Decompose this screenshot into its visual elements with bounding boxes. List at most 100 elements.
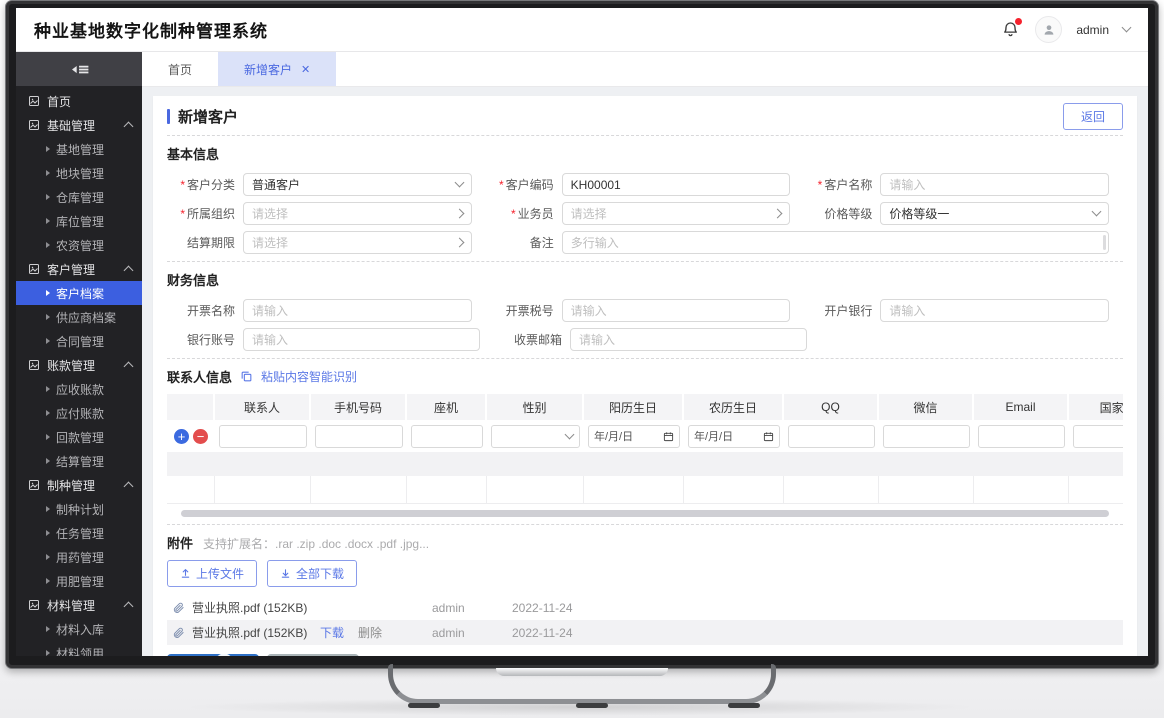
stand-foot	[728, 703, 760, 708]
price-level-select[interactable]: 价格等级一	[880, 202, 1109, 225]
calendar-icon	[763, 431, 774, 442]
sidebar-group-seed-production-mgmt[interactable]: 制种管理	[16, 473, 142, 497]
chevron-up-icon	[124, 602, 134, 612]
solar-birthday-input[interactable]: 年/月/日	[588, 425, 680, 448]
file-uploader: admin	[432, 601, 512, 615]
sidebar-item-home[interactable]: 首页	[16, 89, 142, 113]
sidebar-group-basic-mgmt[interactable]: 基础管理	[16, 113, 142, 137]
arrow-right-icon	[46, 290, 50, 296]
title-accent-bar	[167, 109, 170, 124]
sidebar-item-fertilizer-mgmt[interactable]: 用肥管理	[16, 569, 142, 593]
arrow-right-icon	[46, 650, 50, 656]
avatar[interactable]	[1035, 16, 1062, 43]
contact-name-input[interactable]	[219, 425, 307, 448]
customer-name-input[interactable]	[880, 173, 1109, 196]
sidebar-item-warehouse-mgmt[interactable]: 仓库管理	[16, 185, 142, 209]
remark-textarea[interactable]: 多行输入	[562, 231, 1109, 254]
customer-code-label: *客户编码	[486, 176, 562, 193]
customer-type-label: *客户分类	[167, 176, 243, 193]
stand-foot	[576, 703, 608, 708]
divider	[167, 261, 1123, 262]
file-name: 营业执照.pdf	[192, 626, 260, 640]
settlement-picker[interactable]: 请选择	[243, 231, 472, 254]
file-uploader: admin	[432, 626, 512, 640]
tax-number-input[interactable]	[562, 299, 791, 322]
tab-new-customer[interactable]: 新增客户 ✕	[218, 52, 336, 86]
download-icon	[280, 568, 291, 579]
mobile-input[interactable]	[315, 425, 403, 448]
back-button[interactable]: 返回	[1063, 103, 1123, 130]
attachment-row: 营业执照.pdf (152KB) 下载 删除 admin 2022-11-24	[167, 620, 1123, 645]
sidebar-item-receivables[interactable]: 应收账款	[16, 377, 142, 401]
region-input[interactable]	[1073, 425, 1123, 448]
empty-row	[167, 476, 1123, 504]
file-size: (152KB)	[263, 601, 307, 615]
organization-picker[interactable]: 请选择	[243, 202, 472, 225]
monitor-stand-glint	[496, 668, 668, 676]
sidebar-item-repayment-mgmt[interactable]: 回款管理	[16, 425, 142, 449]
organization-label: *所属组织	[167, 205, 243, 222]
sidebar-group-customer-mgmt[interactable]: 客户管理	[16, 257, 142, 281]
gender-select[interactable]	[491, 425, 580, 448]
qq-input[interactable]	[788, 425, 875, 448]
sidebar-item-material-inbound[interactable]: 材料入库	[16, 617, 142, 641]
lunar-birthday-input[interactable]: 年/月/日	[688, 425, 780, 448]
sidebar-item-plot-mgmt[interactable]: 地块管理	[16, 161, 142, 185]
sidebar-item-location-mgmt[interactable]: 库位管理	[16, 209, 142, 233]
email-input[interactable]	[978, 425, 1065, 448]
contacts-table: 联系人 手机号码 座机 性别 阳历生日 农历生日 QQ 微信 Email 国家/…	[167, 394, 1123, 504]
download-file-link[interactable]: 下载	[320, 624, 344, 641]
delete-file-link[interactable]: 删除	[358, 624, 382, 641]
sidebar-item-payables[interactable]: 应付账款	[16, 401, 142, 425]
landline-input[interactable]	[411, 425, 483, 448]
price-level-label: 价格等级	[804, 205, 880, 222]
sidebar-item-supplier-archive[interactable]: 供应商档案	[16, 305, 142, 329]
sidebar-item-settlement-mgmt[interactable]: 结算管理	[16, 449, 142, 473]
attachment-hint: 支持扩展名：.rar .zip .doc .docx .pdf .jpg...	[203, 535, 429, 552]
close-tab-icon[interactable]: ✕	[301, 63, 310, 76]
empty-row	[167, 452, 1123, 476]
notification-bell-icon[interactable]	[1001, 20, 1021, 40]
username[interactable]: admin	[1076, 23, 1109, 37]
remove-row-button[interactable]: −	[193, 429, 208, 444]
attachment-image-harvester-field[interactable]	[267, 654, 359, 656]
wechat-input[interactable]	[883, 425, 970, 448]
customer-code-input[interactable]	[562, 173, 791, 196]
sidebar-item-seed-plan[interactable]: 制种计划	[16, 497, 142, 521]
sidebar-group-account-mgmt[interactable]: 账款管理	[16, 353, 142, 377]
add-row-button[interactable]: +	[174, 429, 189, 444]
invoice-email-input[interactable]	[570, 328, 807, 351]
invoice-name-input[interactable]	[243, 299, 472, 322]
sidebar-item-pesticide-mgmt[interactable]: 用药管理	[16, 545, 142, 569]
sidebar-item-contract-mgmt[interactable]: 合同管理	[16, 329, 142, 353]
divider	[167, 524, 1123, 525]
attachment-image-farm-field[interactable]	[367, 654, 459, 656]
attachment-image-sky-trees[interactable]	[167, 654, 259, 656]
arrow-right-icon	[46, 146, 50, 152]
customer-type-select[interactable]: 普通客户	[243, 173, 472, 196]
sidebar-item-task-mgmt[interactable]: 任务管理	[16, 521, 142, 545]
collapse-menu-icon	[67, 62, 92, 77]
sidebar-collapse-button[interactable]	[16, 52, 142, 86]
menu-icon	[28, 479, 40, 491]
user-menu-chevron-icon[interactable]	[1122, 23, 1132, 33]
tab-home[interactable]: 首页	[142, 52, 218, 86]
sidebar-item-base-mgmt[interactable]: 基地管理	[16, 137, 142, 161]
arrow-right-icon	[46, 506, 50, 512]
bank-name-label: 开户银行	[804, 302, 880, 319]
salesman-picker[interactable]: 请选择	[562, 202, 791, 225]
section-title-finance-info: 财务信息	[167, 270, 1123, 289]
salesman-label: *业务员	[486, 205, 562, 222]
bank-name-input[interactable]	[880, 299, 1109, 322]
bank-account-input[interactable]	[243, 328, 480, 351]
sidebar-item-customer-archive[interactable]: 客户档案	[16, 281, 142, 305]
sidebar-item-agri-material-mgmt[interactable]: 农资管理	[16, 233, 142, 257]
sidebar-item-material-usage[interactable]: 材料领用	[16, 641, 142, 656]
horizontal-scrollbar[interactable]	[181, 510, 1108, 517]
smart-paste-link[interactable]: 粘贴内容智能识别	[261, 368, 357, 385]
sidebar-group-material-mgmt[interactable]: 材料管理	[16, 593, 142, 617]
paperclip-icon	[172, 601, 185, 614]
menu-icon	[28, 359, 40, 371]
download-all-button[interactable]: 全部下载	[267, 560, 357, 587]
upload-file-button[interactable]: 上传文件	[167, 560, 257, 587]
